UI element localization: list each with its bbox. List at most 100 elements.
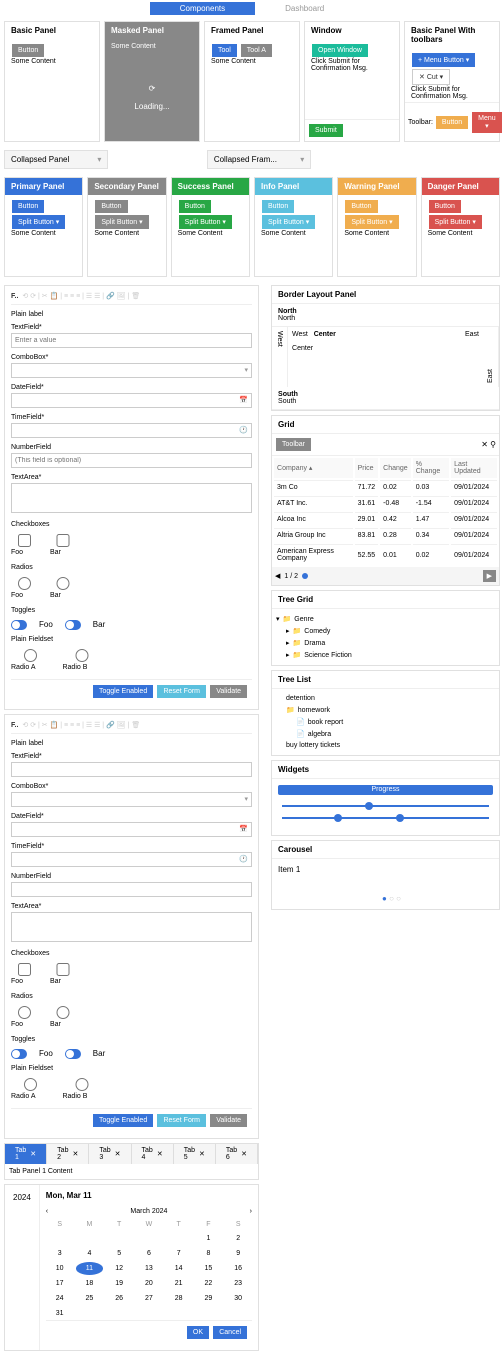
open-window-button[interactable]: Open Window [312,44,368,57]
grid-toolbar-button[interactable]: Toolbar [276,438,311,451]
date-cell[interactable]: 22 [195,1277,223,1290]
reset-form-button[interactable]: Reset Form [157,1114,206,1127]
date-cell[interactable]: 3 [46,1247,74,1260]
bar-toggle[interactable] [65,1049,81,1059]
toolbar-icons[interactable]: ⟲ ⟳ | ✂ 📋 | ≡ ≡ ≡ | ☰ ☰ | 🔗 🖼 | 🗑 [22,292,140,300]
tree-node[interactable]: ▸📁Drama [276,637,495,649]
textarea-input[interactable] [11,912,252,942]
button[interactable]: Button [262,200,294,213]
split-button[interactable]: Split Button ▾ [179,215,232,229]
date-cell[interactable]: 27 [135,1292,163,1305]
button[interactable]: Button [12,44,44,57]
search-icon[interactable] [490,440,496,449]
date-cell[interactable]: 21 [165,1277,193,1290]
list-item[interactable]: 📄book report [276,716,495,728]
calendar-icon[interactable] [239,825,248,833]
date-cell[interactable]: 19 [105,1277,133,1290]
date-cell[interactable]: 17 [46,1277,74,1290]
toolbar-button[interactable]: Button [436,116,468,129]
bar-toggle[interactable] [65,620,81,630]
foo-toggle[interactable] [11,1049,27,1059]
tree-node[interactable]: ▸📁Science Fiction [276,649,495,661]
date-cell[interactable]: 6 [135,1247,163,1260]
collapsed-framed[interactable]: Collapsed Fram...▾ [207,150,311,169]
button[interactable]: Button [429,200,461,213]
foo-radio[interactable] [11,1006,38,1019]
foo-toggle[interactable] [11,620,27,630]
radio-a[interactable] [11,649,50,662]
split-button[interactable]: Split Button ▾ [262,215,315,229]
tree-node[interactable]: ▾📁Genre [276,613,495,625]
tab-dashboard[interactable]: Dashboard [255,2,354,15]
date-cell[interactable]: 30 [224,1292,252,1305]
button[interactable]: Button [345,200,377,213]
pager-prev[interactable]: ◀ [275,572,280,580]
date-cell[interactable]: 15 [195,1262,223,1275]
split-button[interactable]: Split Button ▾ [345,215,398,229]
datefield-input[interactable] [11,822,252,837]
date-cell[interactable]: 16 [224,1262,252,1275]
toolbar-menu[interactable]: Menu ▾ [472,112,502,133]
reset-form-button[interactable]: Reset Form [157,685,206,698]
table-row[interactable]: AT&T Inc.31.61-0.48-1.5409/01/2024 [274,496,497,510]
table-row[interactable]: American Express Company52.550.010.0209/… [274,544,497,565]
date-cell[interactable]: 1 [195,1232,223,1245]
toggle-enabled-button[interactable]: Toggle Enabled [93,1114,153,1127]
tree-node[interactable]: ▸📁Comedy [276,625,495,637]
date-cell[interactable]: 7 [165,1247,193,1260]
table-row[interactable]: Altria Group Inc83.810.280.3409/01/2024 [274,528,497,542]
tab-components[interactable]: Components [150,2,255,15]
carousel-dot[interactable]: ● [382,894,387,903]
date-cell[interactable]: 4 [76,1247,104,1260]
date-cell[interactable]: 12 [105,1262,133,1275]
tab-item[interactable]: Tab 1 ✕ [5,1144,47,1164]
bar-checkbox[interactable] [50,963,76,976]
combobox-input[interactable] [11,792,252,807]
validate-button[interactable]: Validate [210,1114,247,1127]
date-cell[interactable]: 11 [76,1262,104,1275]
timefield-input[interactable] [11,852,252,867]
tab-item[interactable]: Tab 5 ✕ [174,1144,216,1164]
date-cell[interactable]: 31 [46,1307,74,1320]
date-cell[interactable]: 10 [46,1262,74,1275]
date-cell[interactable]: 28 [165,1292,193,1305]
date-cell[interactable]: 13 [135,1262,163,1275]
bar-radio[interactable] [50,1006,76,1019]
tab-item[interactable]: Tab 2 ✕ [47,1144,89,1164]
split-button[interactable]: Split Button ▾ [429,215,482,229]
grid-col-header[interactable]: Price [355,458,379,478]
clock-icon[interactable] [239,855,248,863]
radio-b[interactable] [62,1078,102,1091]
date-cell[interactable]: 18 [76,1277,104,1290]
close-icon[interactable]: ✕ [115,1150,121,1158]
submit-button[interactable]: Submit [309,124,343,137]
button[interactable]: Button [12,200,44,213]
numberfield-input[interactable] [11,882,252,897]
grid-col-header[interactable]: % Change [413,458,449,478]
date-cell[interactable]: 25 [76,1292,104,1305]
carousel-dot[interactable]: ○ [389,894,394,903]
date-cell[interactable]: 24 [46,1292,74,1305]
grid-col-header[interactable]: Company ▴ [274,458,353,478]
numberfield-input[interactable] [11,453,252,468]
tab-item[interactable]: Tab 3 ✕ [89,1144,131,1164]
split-button[interactable]: Split Button ▾ [95,215,148,229]
date-cell[interactable]: 9 [224,1247,252,1260]
date-cell[interactable]: 26 [105,1292,133,1305]
tool-button[interactable]: Tool [212,44,237,57]
date-cell[interactable]: 14 [165,1262,193,1275]
calendar-icon[interactable] [239,396,248,404]
pager-next[interactable]: ▶ [483,570,496,582]
split-button[interactable]: Split Button ▾ [12,215,65,229]
textfield-input[interactable] [11,762,252,777]
date-cell[interactable]: 5 [105,1247,133,1260]
table-row[interactable]: 3m Co71.720.020.0309/01/2024 [274,480,497,494]
slider-range[interactable] [282,817,489,819]
toolbar-icons[interactable]: ⟲ ⟳ | ✂ 📋 | ≡ ≡ ≡ | ☰ ☰ | 🔗 🖼 | 🗑 [22,721,140,729]
table-row[interactable]: Alcoa Inc29.010.421.4709/01/2024 [274,512,497,526]
datefield-input[interactable] [11,393,252,408]
close-icon[interactable]: ✕ [30,1150,36,1158]
textarea-input[interactable] [11,483,252,513]
menu-button[interactable]: Menu Button ▾ [412,53,475,67]
button[interactable]: Button [95,200,127,213]
